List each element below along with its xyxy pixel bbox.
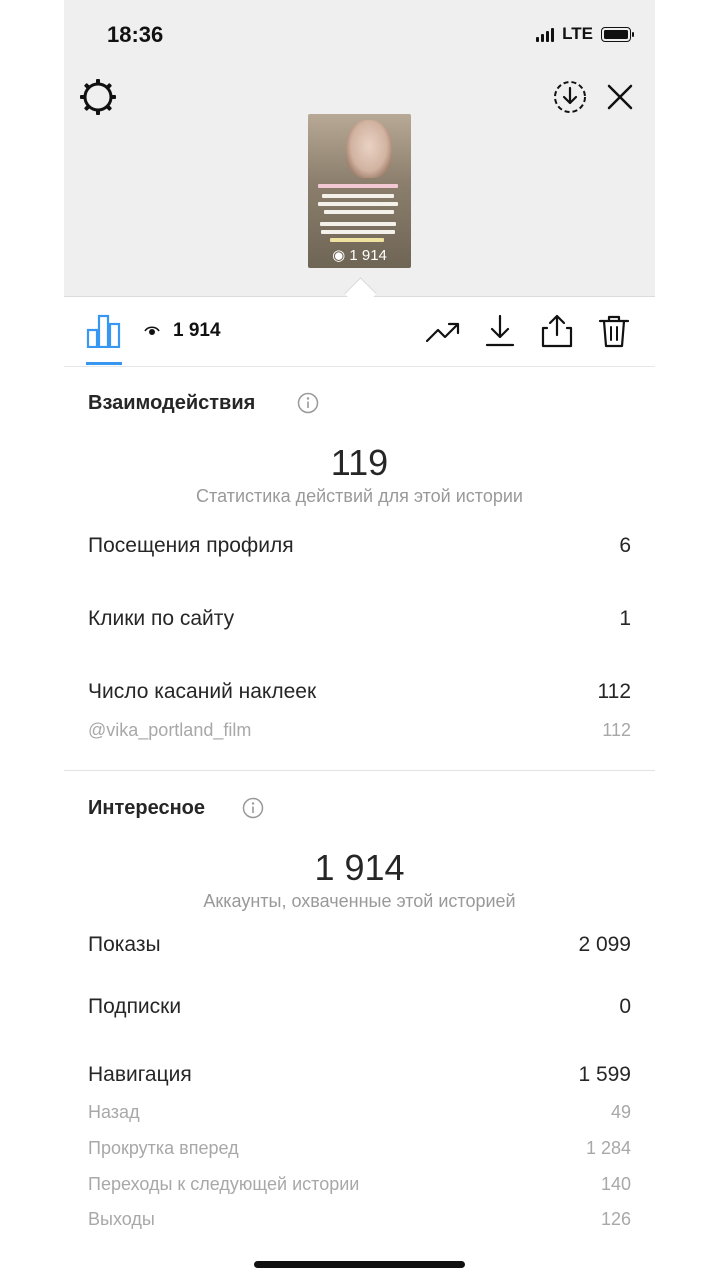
left-margin (0, 0, 64, 1280)
exits-value: 126 (600, 1209, 631, 1229)
eye-icon: ◉ (332, 247, 346, 264)
right-margin (655, 0, 719, 1280)
download-icon[interactable] (482, 313, 518, 349)
profile-visits-value: 6 (619, 534, 631, 557)
phone-screen: 18:36 LTE ◉ 1 914 1 914 Взаимодействия 1… (64, 0, 655, 1280)
forward-label: Прокрутка вперед (88, 1138, 239, 1158)
website-clicks-value: 1 (619, 607, 631, 630)
share-icon[interactable] (539, 313, 575, 349)
info-icon[interactable] (242, 797, 264, 819)
next-story-value: 140 (600, 1174, 631, 1194)
active-tab-indicator (86, 362, 122, 365)
follows-value: 0 (619, 995, 631, 1018)
sticker-taps-value: 112 (597, 680, 631, 703)
impressions-label: Показы (88, 933, 161, 956)
sticker-taps-label: Число касаний наклеек (88, 680, 317, 703)
reach-total: 1 914 (314, 847, 405, 888)
reach-caption: Аккаунты, охваченные этой историей (203, 891, 516, 911)
thumbnail-view-count: ◉ 1 914 (332, 247, 387, 264)
interactions-total: 119 (330, 442, 389, 483)
insights-chart-icon[interactable] (86, 314, 122, 348)
story-photo (346, 120, 392, 178)
interactions-caption: Статистика действий для этой истории (196, 486, 523, 506)
discovery-title: Интересное (88, 797, 205, 819)
story-thumbnail[interactable]: ◉ 1 914 (308, 114, 411, 268)
views-count[interactable]: 1 914 (173, 320, 221, 342)
back-value: 49 (610, 1102, 631, 1122)
signal-icon (536, 26, 555, 42)
close-icon[interactable] (605, 82, 635, 112)
home-indicator[interactable] (254, 1261, 465, 1268)
save-story-icon[interactable] (553, 80, 587, 114)
interactions-title: Взаимодействия (88, 392, 256, 414)
trend-up-icon[interactable] (425, 313, 461, 349)
trash-icon[interactable] (596, 313, 632, 349)
status-time: 18:36 (107, 22, 164, 47)
section-divider (64, 770, 655, 771)
next-story-label: Переходы к следующей истории (88, 1174, 360, 1194)
forward-value: 1 284 (585, 1138, 631, 1158)
follows-label: Подписки (88, 995, 182, 1018)
mention-sticker-label[interactable]: @vika_portland_film (88, 720, 251, 741)
impressions-value: 2 099 (578, 933, 631, 956)
battery-icon (601, 26, 634, 42)
settings-icon[interactable] (79, 78, 117, 116)
navigation-value: 1 599 (578, 1063, 631, 1086)
profile-visits-label: Посещения профиля (88, 534, 294, 557)
navigation-label: Навигация (88, 1063, 192, 1086)
exits-label: Выходы (88, 1209, 155, 1229)
story-preview-area: 18:36 LTE ◉ 1 914 (64, 0, 655, 296)
back-label: Назад (88, 1102, 140, 1122)
network-type: LTE (562, 24, 593, 43)
mention-sticker-value: 112 (602, 720, 631, 740)
eye-icon (144, 326, 160, 335)
website-clicks-label: Клики по сайту (88, 607, 235, 630)
info-icon[interactable] (297, 392, 319, 414)
status-indicators: LTE (536, 24, 634, 44)
